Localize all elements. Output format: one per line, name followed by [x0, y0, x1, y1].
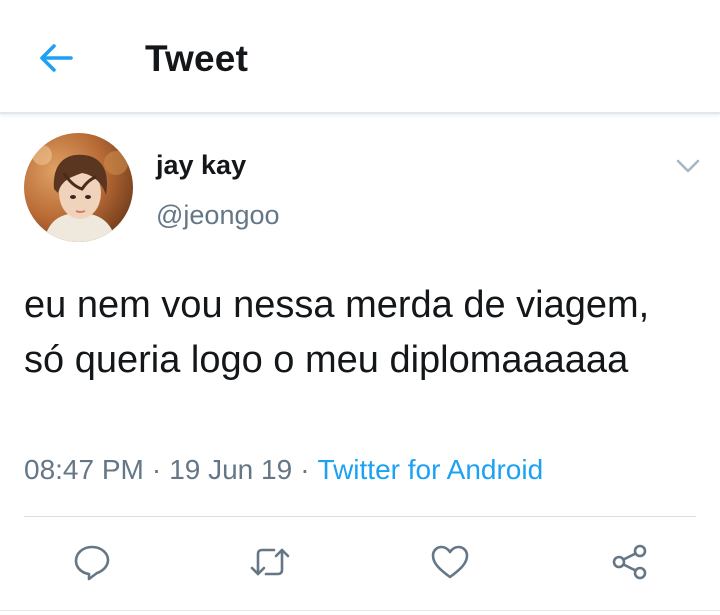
top-app-bar: Tweet: [0, 0, 720, 114]
like-button[interactable]: [428, 540, 472, 584]
separator: ·: [300, 454, 310, 485]
reply-button[interactable]: [70, 540, 114, 584]
reply-icon: [74, 545, 110, 581]
tweet-time: 08:47 PM: [24, 454, 144, 485]
back-button[interactable]: [34, 38, 78, 78]
chevron-down-icon: [676, 159, 700, 173]
divider: [24, 516, 696, 517]
share-icon: [612, 544, 647, 580]
retweet-icon: [250, 548, 290, 576]
avatar[interactable]: [24, 133, 133, 242]
separator: ·: [151, 454, 162, 485]
tweet-date: 19 Jun 19: [169, 454, 293, 485]
arrow-left-icon: [40, 44, 73, 72]
author-display-name[interactable]: jay kay: [156, 150, 246, 181]
tweet-source-link[interactable]: Twitter for Android: [318, 454, 544, 485]
divider: [0, 610, 720, 611]
tweet-text: eu nem vou nessa merda de viagem, só que…: [24, 284, 650, 381]
user-avatar-icon: [24, 133, 133, 242]
author-handle[interactable]: @jeongoo: [156, 200, 280, 231]
tweet-menu-button[interactable]: [672, 150, 704, 182]
page-title: Tweet: [145, 38, 249, 79]
retweet-button[interactable]: [248, 540, 292, 584]
tweet-metadata: 08:47 PM · 19 Jun 19 · Twitter for Android: [24, 454, 543, 486]
heart-icon: [431, 545, 469, 579]
share-button[interactable]: [608, 540, 652, 584]
